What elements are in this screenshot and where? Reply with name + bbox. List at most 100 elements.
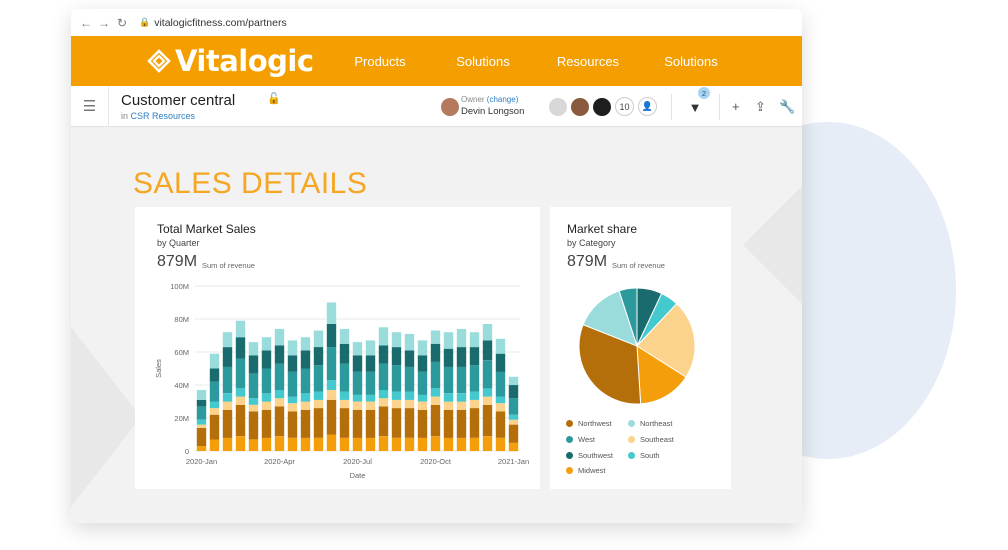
add-user-icon[interactable]: 👤	[638, 97, 657, 116]
bar-segment-northeast[interactable]	[430, 330, 441, 344]
bar-segment-northeast[interactable]	[352, 342, 363, 356]
bar-segment-west[interactable]	[417, 371, 428, 395]
bar-segment-southwest[interactable]	[378, 345, 389, 364]
bar-segment-south[interactable]	[326, 380, 337, 390]
legend-item-south[interactable]: South	[628, 451, 660, 460]
bar-segment-midwest[interactable]	[430, 436, 441, 451]
reload-icon[interactable]: ↻	[113, 16, 131, 30]
avatar[interactable]	[571, 98, 589, 116]
bar-segment-south[interactable]	[378, 389, 389, 399]
bar-segment-south[interactable]	[313, 391, 324, 400]
bar-segment-northwest[interactable]	[391, 408, 402, 438]
bar-segment-south[interactable]	[404, 391, 415, 400]
menu-item-solutions[interactable]: Solutions	[641, 54, 741, 69]
bar-segment-northwest[interactable]	[196, 427, 207, 447]
bar-segment-northwest[interactable]	[326, 399, 337, 435]
bar-segment-southwest[interactable]	[456, 347, 467, 367]
bar-segment-northeast[interactable]	[209, 353, 220, 369]
bar-segment-southeast[interactable]	[235, 396, 246, 405]
brand-logo[interactable]: Vitalogic	[147, 44, 329, 78]
bar-segment-northwest[interactable]	[261, 409, 272, 438]
bar-segment-west[interactable]	[222, 366, 233, 394]
bar-segment-south[interactable]	[352, 394, 363, 402]
bar-segment-northwest[interactable]	[482, 404, 493, 437]
bar-segment-southeast[interactable]	[248, 404, 259, 412]
bar-segment-south[interactable]	[248, 398, 259, 405]
bar-segment-southeast[interactable]	[300, 401, 311, 410]
bar-segment-northeast[interactable]	[261, 337, 272, 351]
bar-segment-southeast[interactable]	[365, 401, 376, 410]
bar-segment-midwest[interactable]	[248, 439, 259, 451]
bar-segment-midwest[interactable]	[287, 437, 298, 451]
bar-segment-southeast[interactable]	[430, 396, 441, 405]
total-market-sales-card[interactable]: Total Market Sales by Quarter 879M Sum o…	[135, 207, 540, 489]
bar-segment-northeast[interactable]	[248, 342, 259, 356]
bar-segment-northeast[interactable]	[456, 328, 467, 348]
owner-change-link[interactable]: (change)	[487, 95, 519, 104]
bar-segment-southeast[interactable]	[313, 399, 324, 409]
arrow-left-icon[interactable]: ←	[77, 16, 95, 30]
bar-segment-southeast[interactable]	[326, 389, 337, 400]
bar-segment-southeast[interactable]	[287, 403, 298, 412]
bar-segment-west[interactable]	[196, 406, 207, 420]
bar-segment-west[interactable]	[287, 371, 298, 397]
csr-resources-link[interactable]: CSR Resources	[131, 111, 196, 121]
bar-segment-southwest[interactable]	[430, 343, 441, 362]
bar-segment-southwest[interactable]	[404, 350, 415, 367]
owner-avatar[interactable]	[441, 98, 459, 116]
bar-segment-northwest[interactable]	[469, 408, 480, 438]
bar-segment-south[interactable]	[261, 393, 272, 402]
legend-item-southwest[interactable]: Southwest	[566, 451, 613, 460]
bar-segment-southwest[interactable]	[365, 355, 376, 372]
plus-icon[interactable]: +	[732, 99, 740, 114]
bar-segment-southeast[interactable]	[391, 399, 402, 409]
bar-segment-northwest[interactable]	[209, 414, 220, 440]
bar-segment-northeast[interactable]	[313, 330, 324, 348]
bar-segment-southwest[interactable]	[508, 385, 519, 399]
bar-segment-southwest[interactable]	[443, 348, 454, 367]
bar-segment-southwest[interactable]	[196, 399, 207, 407]
bar-segment-southwest[interactable]	[287, 355, 298, 372]
arrow-right-icon[interactable]: →	[95, 16, 113, 30]
legend-item-northeast[interactable]: Northeast	[628, 419, 673, 428]
bar-segment-northeast[interactable]	[495, 338, 506, 354]
bar-segment-southeast[interactable]	[495, 403, 506, 412]
bar-segment-southwest[interactable]	[417, 355, 428, 372]
bar-segment-southeast[interactable]	[404, 399, 415, 409]
legend-item-northwest[interactable]: Northwest	[566, 419, 612, 428]
wrench-icon[interactable]: 🔧	[779, 99, 795, 115]
bar-segment-south[interactable]	[339, 391, 350, 400]
bar-segment-midwest[interactable]	[261, 437, 272, 451]
bar-segment-northwest[interactable]	[287, 411, 298, 438]
bar-segment-southwest[interactable]	[248, 355, 259, 374]
menu-item-products[interactable]: Products	[329, 54, 431, 69]
bar-segment-west[interactable]	[209, 381, 220, 402]
bar-segment-midwest[interactable]	[365, 437, 376, 451]
unlock-icon[interactable]: 🔓	[267, 92, 281, 105]
bar-segment-southwest[interactable]	[326, 324, 337, 348]
bar-segment-south[interactable]	[430, 388, 441, 397]
bar-segment-midwest[interactable]	[508, 442, 519, 452]
bar-segment-south[interactable]	[222, 393, 233, 402]
bar-segment-northeast[interactable]	[300, 337, 311, 351]
bar-segment-south[interactable]	[508, 414, 519, 420]
bar-segment-southwest[interactable]	[235, 337, 246, 359]
bar-segment-southeast[interactable]	[378, 398, 389, 407]
bar-segment-southwest[interactable]	[391, 347, 402, 366]
url-text[interactable]: vitalogicfitness.com/partners	[154, 17, 286, 29]
avatar[interactable]	[549, 98, 567, 116]
bar-segment-northeast[interactable]	[365, 340, 376, 356]
member-count[interactable]: 10	[615, 97, 634, 116]
bar-segment-west[interactable]	[352, 371, 363, 395]
bar-segment-northeast[interactable]	[443, 332, 454, 349]
bar-segment-southwest[interactable]	[209, 368, 220, 382]
bar-segment-midwest[interactable]	[196, 446, 207, 451]
bar-segment-northwest[interactable]	[456, 409, 467, 438]
bar-segment-southwest[interactable]	[352, 355, 363, 372]
legend-item-southeast[interactable]: Southeast	[628, 435, 674, 444]
bar-segment-northeast[interactable]	[378, 327, 389, 346]
legend-item-midwest[interactable]: Midwest	[566, 466, 606, 475]
bar-segment-northwest[interactable]	[443, 409, 454, 438]
bar-segment-south[interactable]	[469, 391, 480, 400]
bar-segment-west[interactable]	[339, 363, 350, 392]
